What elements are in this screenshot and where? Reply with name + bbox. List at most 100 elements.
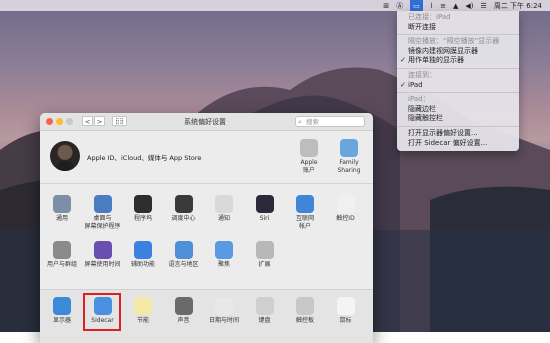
screen-time-icon <box>93 241 112 259</box>
minimize-button[interactable] <box>56 118 63 125</box>
pref-pane-label: 辅助功能 <box>130 261 155 268</box>
pref-pane-extensions[interactable]: 扩展 <box>245 241 285 269</box>
menu-item[interactable]: iPad <box>397 81 519 91</box>
mission-control-icon <box>174 195 193 213</box>
pref-pane-sound[interactable]: 声音 <box>164 297 204 325</box>
pref-pane-label: 触控板 <box>295 317 314 324</box>
pref-pane-siri[interactable]: Siri <box>245 195 285 223</box>
pref-pane-energy-saver[interactable]: 节能 <box>123 297 163 325</box>
account-description[interactable]: Apple ID、iCloud、媒体与 App Store <box>87 152 201 162</box>
siri-icon <box>255 195 274 213</box>
menu-item[interactable]: 用作单独的显示器 <box>397 56 519 66</box>
pref-pane-spotlight[interactable]: 聚焦 <box>204 241 244 269</box>
pref-pane-apple[interactable]: Apple 账户 <box>289 139 329 174</box>
pref-pane-label: 用户与群组 <box>46 261 77 268</box>
menu-item: 连接到： <box>408 70 436 79</box>
pref-pane-notifications[interactable]: 通知 <box>204 195 244 223</box>
wifi-icon[interactable]: ⌇ <box>430 0 433 11</box>
menu-item[interactable]: 镜像内建视网膜显示器 <box>397 47 519 57</box>
apple-icon <box>300 139 318 157</box>
menu-item: iPad： <box>408 95 430 104</box>
window-titlebar: < > ⣿⣿ 系统偏好设置 ⌕ 搜索 <box>40 113 373 131</box>
pref-pane-mission-control[interactable]: 调度中心 <box>164 195 204 223</box>
forward-button[interactable]: > <box>94 116 105 126</box>
pref-pane-label: Siri <box>259 215 270 222</box>
menubar-extra-icon[interactable]: ⊞ <box>383 0 389 11</box>
menu-item[interactable]: 打开显示器偏好设置... <box>397 129 519 139</box>
search-icon: ⌕ <box>298 118 302 126</box>
menu-item[interactable]: 断开连接 <box>397 23 519 33</box>
pref-pane-keyboard[interactable]: 键盘 <box>245 297 285 325</box>
pref-pane-label: 触控ID <box>336 215 355 222</box>
menubar-clock[interactable]: 周二 下午 6:24 <box>494 0 542 11</box>
pref-pane-general[interactable]: 通用 <box>42 195 82 223</box>
keyboard-icon <box>255 297 274 315</box>
pref-pane-label: 节能 <box>136 317 149 324</box>
display-dropdown-menu: 已连接：iPad 断开连接隔空播放：“隔空播放”显示器镜像内建视网膜显示器用作单独… <box>397 11 519 151</box>
search-placeholder: 搜索 <box>306 118 319 126</box>
account-banner: Apple ID、iCloud、媒体与 App Store Apple 账户 Fam… <box>40 131 373 184</box>
spotlight-icon <box>215 241 233 259</box>
family-sharing-icon <box>340 139 358 157</box>
pref-pane-trackpad[interactable]: 触控板 <box>285 297 325 325</box>
pref-pane-language-region[interactable]: 语言与地区 <box>164 241 204 269</box>
pref-pane-date-time[interactable]: 日期与时间 <box>204 297 244 325</box>
pref-pane-displays[interactable]: 显示器 <box>42 297 82 325</box>
pref-pane-desktop[interactable]: 桌面与 屏幕保护程序 <box>83 195 123 230</box>
internet-accounts-icon <box>296 195 314 213</box>
sound-icon <box>174 297 193 315</box>
pref-pane-label: 日期与时间 <box>208 317 239 324</box>
displays-icon <box>53 297 71 315</box>
pref-pane-label: 屏幕使用时间 <box>84 261 121 268</box>
menu-separator <box>397 67 519 69</box>
avatar[interactable] <box>50 141 80 171</box>
window-title: 系统偏好设置 <box>184 118 226 126</box>
mouse-icon <box>336 297 355 315</box>
back-button[interactable]: < <box>82 116 93 126</box>
show-all-grid-button[interactable]: ⣿⣿ <box>112 116 127 126</box>
eject-icon[interactable]: ▲ <box>453 0 458 11</box>
pref-pane-label: 聚焦 <box>217 261 230 268</box>
pref-pane-label: 键盘 <box>258 317 271 324</box>
dock-icon <box>134 195 152 213</box>
zoom-button[interactable] <box>66 118 73 125</box>
volume-icon[interactable]: ◀) <box>465 0 473 11</box>
menu-bar: ⊞ Ⓐ ▭ ⌇ ≡ ▲ ◀) ☰ 周二 下午 6:24 <box>0 0 550 11</box>
pref-pane-mouse[interactable]: 鼠标 <box>326 297 366 325</box>
pref-pane-users-groups[interactable]: 用户与群组 <box>42 241 82 269</box>
pref-pane-label: 通知 <box>217 215 230 222</box>
pref-pane-label: 桌面与 屏幕保护程序 <box>84 215 121 230</box>
pref-pane-label: 声音 <box>177 317 190 324</box>
touch-id-icon <box>336 195 355 213</box>
pref-pane-dock[interactable]: 程序坞 <box>123 195 163 223</box>
pref-pane-screen-time[interactable]: 屏幕使用时间 <box>83 241 123 269</box>
menu-item[interactable]: 隐藏触控栏 <box>397 114 519 124</box>
extensions-icon <box>255 241 274 259</box>
pref-pane-label: 程序坞 <box>133 215 152 222</box>
menubar-user-icon[interactable]: Ⓐ <box>396 0 403 11</box>
menu-separator <box>397 125 519 127</box>
notifications-icon <box>215 195 233 213</box>
date-time-icon <box>215 297 233 315</box>
pref-pane-label: 互联网 帐户 <box>295 215 314 230</box>
menu-separator <box>397 92 519 94</box>
search-input[interactable]: ⌕ 搜索 <box>295 116 365 127</box>
energy-saver-icon <box>134 297 152 315</box>
pref-pane-label: 通用 <box>55 215 68 222</box>
battery-icon[interactable]: ☰ <box>481 0 487 11</box>
pref-pane-accessibility[interactable]: 辅助功能 <box>123 241 163 269</box>
display-menu-icon[interactable]: ▭ <box>410 0 423 11</box>
menu-item[interactable]: 打开 Sidecar 偏好设置... <box>397 139 519 149</box>
pref-pane-touch-id[interactable]: 触控ID <box>326 195 366 223</box>
trackpad-icon <box>296 297 314 315</box>
pref-pane-label: Apple 账户 <box>300 159 318 174</box>
desktop-icon <box>93 195 112 213</box>
menu-item[interactable]: 隐藏边栏 <box>397 105 519 115</box>
pref-pane-family-sharing[interactable]: Family Sharing <box>329 139 369 174</box>
system-preferences-window: < > ⣿⣿ 系统偏好设置 ⌕ 搜索 Apple ID、iCloud、媒体与 A… <box>40 113 373 343</box>
pref-pane-label: 扩展 <box>258 261 271 268</box>
pref-pane-label: 显示器 <box>52 317 71 324</box>
pref-pane-internet-accounts[interactable]: 互联网 帐户 <box>285 195 325 230</box>
close-button[interactable] <box>46 118 53 125</box>
input-menu-icon[interactable]: ≡ <box>440 0 446 11</box>
